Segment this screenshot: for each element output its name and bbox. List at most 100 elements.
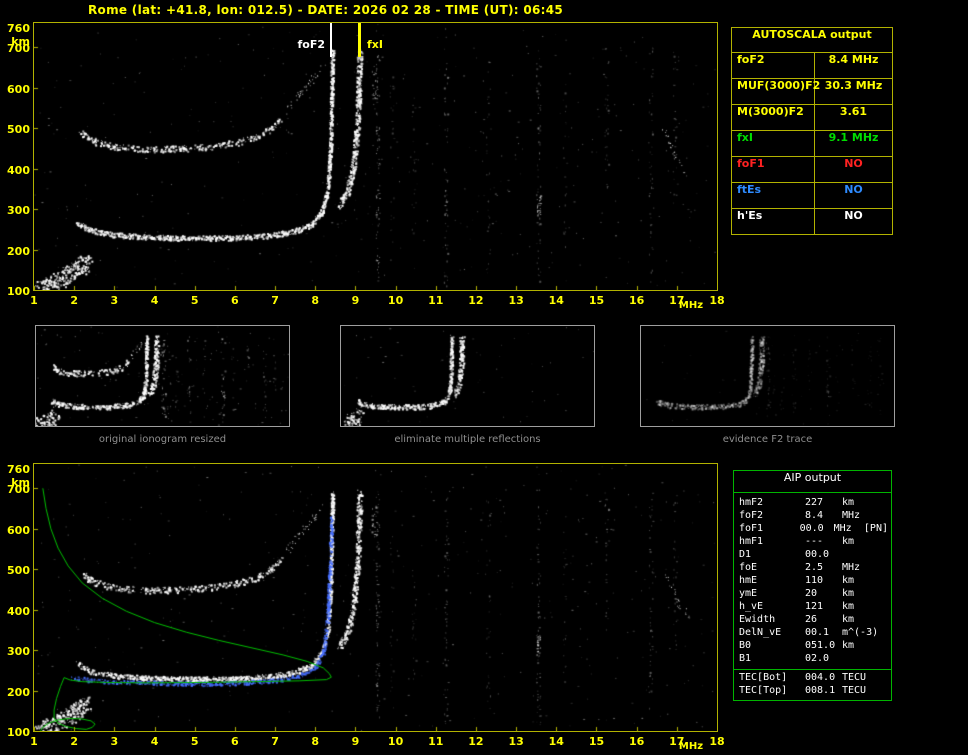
- row-extra: [875, 497, 891, 510]
- table-row: hmE 110 km: [734, 575, 891, 588]
- row-extra: [875, 601, 891, 614]
- axis-tick-label: 4: [150, 294, 159, 307]
- table-row: hmF2 227 km: [734, 497, 891, 510]
- row-unit: km: [842, 536, 855, 547]
- axis-tick-label: 1: [30, 735, 38, 748]
- ionogram-canvas-top: [34, 23, 717, 290]
- table-row: foF2 8.4 MHz: [734, 510, 891, 523]
- axis-tick-label: 500: [7, 123, 30, 137]
- row-extra: [875, 510, 891, 523]
- axis-tick-label: 300: [7, 645, 30, 659]
- row-extra: [875, 672, 891, 685]
- row-value: 004.0: [805, 672, 836, 683]
- table-row: Ewidth 26 km: [734, 614, 891, 627]
- row-extra: [PN]: [863, 523, 888, 534]
- axis-tick-label: 14: [548, 735, 564, 748]
- axis-tick-label: km: [11, 476, 30, 489]
- row-name: B1: [739, 653, 752, 664]
- row-value: 2.5: [805, 562, 824, 573]
- axis-tick-label: 13: [508, 735, 524, 748]
- row-value: 051.0: [805, 640, 836, 651]
- table-row: foF1 00.0 MHz [PN]: [734, 523, 891, 536]
- axis-tick-label: 5: [190, 294, 199, 307]
- row-name: Ewidth: [739, 614, 776, 625]
- axis-tick-label: 8: [311, 294, 320, 307]
- row-unit: km: [842, 614, 855, 625]
- row-value: 26: [805, 614, 818, 625]
- aip-tec-section: TEC[Bot] 004.0 TECU TEC[Top] 008.1 TECU: [734, 669, 891, 700]
- axis-tick-label: 9: [351, 735, 360, 748]
- row-name: ymE: [739, 588, 758, 599]
- thumbnail-caption: eliminate multiple reflections: [394, 434, 541, 445]
- autoscala-output-table: AUTOSCALA output foF2 8.4 MHz MUF(3000)F…: [731, 27, 893, 235]
- axis-tick-label: 300: [7, 204, 30, 218]
- row-value: 8.4 MHz: [828, 53, 879, 66]
- axis-tick-label: 200: [7, 244, 30, 258]
- row-value: 121: [805, 601, 824, 612]
- axis-tick-label: 760: [7, 22, 30, 35]
- row-label: fxI: [732, 131, 815, 156]
- axis-tick-label: 18: [709, 294, 725, 307]
- table-row: TEC[Top] 008.1 TECU: [734, 685, 891, 698]
- autoscala-table-header: AUTOSCALA output: [732, 28, 892, 53]
- row-value: 8.4: [805, 510, 824, 521]
- thumbnail-eliminate-reflections: [340, 325, 595, 427]
- axis-tick-label: 13: [508, 294, 524, 307]
- row-extra: [875, 614, 891, 627]
- thumbnail-evidence-f2-trace: [640, 325, 895, 427]
- table-row: h'Es NO: [732, 209, 892, 234]
- axis-tick-label: 760: [7, 463, 30, 476]
- row-value: 3.61: [839, 105, 868, 118]
- axis-tick-label: 8: [311, 735, 320, 748]
- table-row: ymE 20 km: [734, 588, 891, 601]
- axis-tick-label: 600: [7, 523, 30, 537]
- table-row: B1 02.0: [734, 653, 891, 666]
- row-unit: km: [842, 640, 855, 651]
- axis-tick-label: 16: [628, 294, 645, 307]
- axis-tick-label: 5: [190, 735, 199, 748]
- row-value: 00.0: [799, 523, 824, 534]
- row-label: foF2: [732, 53, 815, 78]
- axis-tick-label: 400: [7, 604, 30, 618]
- axis-tick-label: MHz: [678, 300, 704, 311]
- table-row: h_vE 121 km: [734, 601, 891, 614]
- row-name: TEC[Top]: [739, 685, 788, 696]
- axis-tick-label: 3: [110, 294, 119, 307]
- thumbnail-caption: evidence F2 trace: [722, 434, 813, 445]
- row-label: foF1: [732, 157, 815, 182]
- row-value: 30.3 MHz: [824, 79, 883, 92]
- row-extra: [875, 575, 891, 588]
- autoscala-screen: Rome (lat: +41.8, lon: 012.5) - DATE: 20…: [0, 0, 968, 755]
- table-row: foF2 8.4 MHz: [732, 53, 892, 79]
- table-row: DelN_vE 00.1 m^(-3): [734, 627, 891, 640]
- row-label: h'Es: [732, 209, 815, 234]
- page-title: Rome (lat: +41.8, lon: 012.5) - DATE: 20…: [88, 3, 564, 17]
- table-row: fxI 9.1 MHz: [732, 131, 892, 157]
- axis-tick-label: 15: [588, 294, 605, 307]
- row-unit: MHz: [833, 523, 852, 534]
- row-value: 00.0: [805, 549, 830, 560]
- fof2-marker-label: foF2: [296, 38, 326, 51]
- row-extra: [875, 549, 891, 562]
- axis-tick-label: 4: [150, 735, 159, 748]
- row-value: 9.1 MHz: [828, 131, 879, 144]
- aip-table-body: hmF2 227 km foF2 8.4 MHz foF1 00.0 MHz […: [734, 493, 891, 669]
- row-extra: [875, 562, 891, 575]
- axis-tick-label: 7: [271, 294, 279, 307]
- table-row: ftEs NO: [732, 183, 892, 209]
- row-name: B0: [739, 640, 752, 651]
- axis-tick-label: 2: [70, 735, 78, 748]
- row-extra: [875, 588, 891, 601]
- axis-tick-label: MHz: [678, 741, 704, 752]
- row-name: foF2: [739, 510, 764, 521]
- row-value: 02.0: [805, 653, 830, 664]
- table-row: D1 00.0: [734, 549, 891, 562]
- row-unit: MHz: [842, 562, 861, 573]
- fxi-marker-line: [358, 23, 361, 57]
- row-unit: m^(-3): [842, 627, 879, 638]
- axis-tick-label: 14: [548, 294, 564, 307]
- axis-tick-label: 10: [387, 735, 404, 748]
- axis-tick-label: 6: [231, 735, 239, 748]
- row-value: 008.1: [805, 685, 836, 696]
- axis-tick-label: 15: [588, 735, 605, 748]
